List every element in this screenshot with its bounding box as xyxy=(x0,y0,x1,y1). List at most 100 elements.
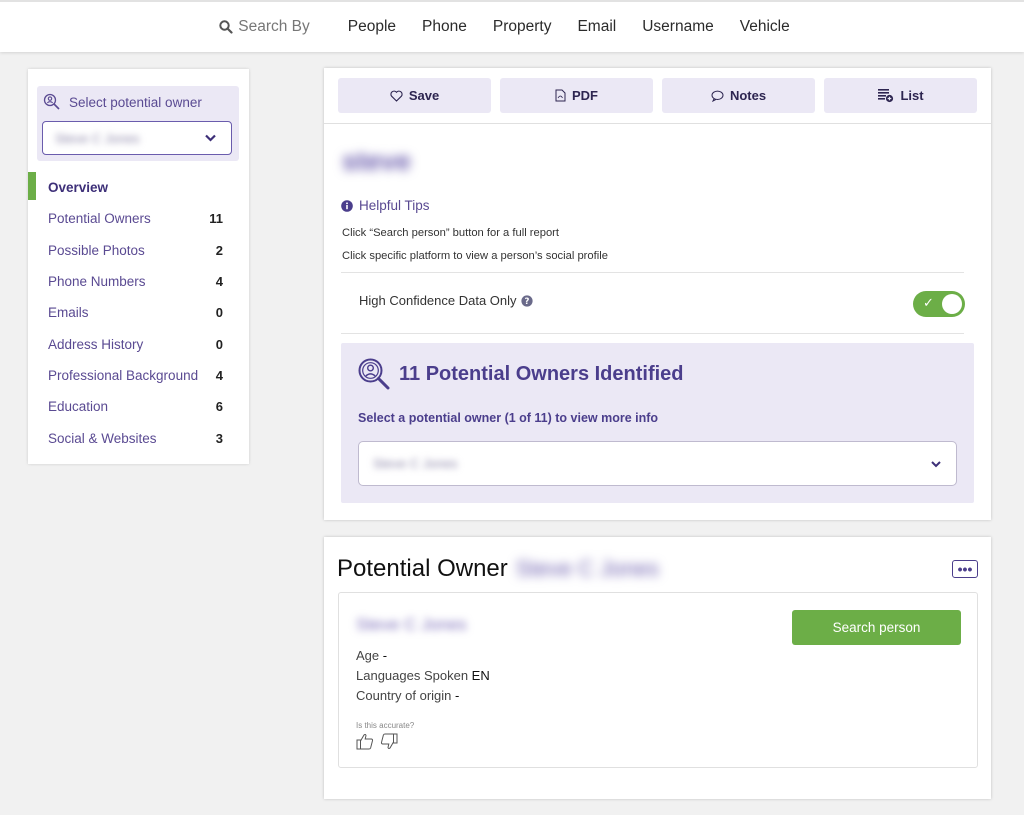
sidebar-item-phone-numbers[interactable]: Phone Numbers 4 xyxy=(28,266,249,297)
divider xyxy=(341,272,964,273)
pdf-label: PDF xyxy=(572,88,598,103)
country-row: Country of origin - xyxy=(356,688,459,703)
tip-social-profile: Click specific platform to view a person… xyxy=(342,250,608,262)
owner-select-dropdown[interactable]: Steve C Jones xyxy=(42,121,232,155)
potential-owners-panel: 11 Potential Owners Identified Select a … xyxy=(341,343,974,503)
potential-owner-title-row: Potential Owner Steve C Jones xyxy=(337,555,659,583)
potential-owner-title-name: Steve C Jones xyxy=(515,556,659,581)
info-icon xyxy=(341,199,353,212)
person-name-heading: steve xyxy=(342,146,412,176)
languages-row: Languages Spoken EN xyxy=(356,668,490,683)
divider xyxy=(341,333,964,334)
potential-owner-title: Potential Owner xyxy=(337,555,508,582)
age-row: Age - xyxy=(356,648,387,663)
toggle-knob xyxy=(942,294,962,314)
person-search-icon xyxy=(358,358,390,390)
owner-details-box: Steve C Jones Search person Age - Langua… xyxy=(338,592,978,768)
nav-email[interactable]: Email xyxy=(577,18,616,36)
helpful-tips-title: Helpful Tips xyxy=(359,198,430,213)
sidebar-item-label: Phone Numbers xyxy=(48,274,146,290)
sidebar-item-education[interactable]: Education 6 xyxy=(28,391,249,422)
check-icon: ✓ xyxy=(923,295,934,310)
owners-heading: 11 Potential Owners Identified xyxy=(399,362,684,385)
owner-select-label: Select potential owner xyxy=(69,94,202,110)
high-confidence-toggle[interactable]: ✓ xyxy=(913,291,965,317)
potential-owner-dropdown[interactable]: Steve C Jones xyxy=(358,441,957,486)
owner-name[interactable]: Steve C Jones xyxy=(356,615,467,635)
sidebar-item-count: 4 xyxy=(215,367,223,383)
svg-text:?: ? xyxy=(524,297,529,307)
sidebar-item-label: Professional Background xyxy=(48,367,199,383)
thumbs-down-icon[interactable] xyxy=(380,733,398,755)
sidebar-item-count: 0 xyxy=(215,336,223,352)
owner-select-value: Steve C Jones xyxy=(55,130,140,146)
save-button[interactable]: Save xyxy=(338,78,491,113)
nav-people[interactable]: People xyxy=(348,18,396,36)
owner-select-label-row: Select potential owner xyxy=(43,93,202,111)
add-to-list-button[interactable]: List xyxy=(824,78,977,113)
side-nav: Overview Potential Owners 11 Possible Pho… xyxy=(28,172,249,454)
sidebar-item-overview[interactable]: Overview xyxy=(28,172,249,203)
top-nav: Search By People Phone Property Email Us… xyxy=(0,0,1024,52)
more-options-button[interactable]: ••• xyxy=(952,560,978,578)
nav-vehicle[interactable]: Vehicle xyxy=(740,18,790,36)
owners-heading-row: 11 Potential Owners Identified xyxy=(357,357,684,391)
high-confidence-label: High Confidence Data Only xyxy=(359,293,517,308)
toolbar: Save PDF Notes List xyxy=(324,68,991,124)
sidebar-item-label: Possible Photos xyxy=(48,242,145,258)
sidebar-item-professional-background[interactable]: Professional Background 4 xyxy=(28,360,249,391)
list-add-icon xyxy=(878,89,894,103)
search-icon xyxy=(219,20,233,34)
chevron-down-icon xyxy=(931,461,941,468)
nav-phone[interactable]: Phone xyxy=(422,18,467,36)
sidebar-item-address-history[interactable]: Address History 0 xyxy=(28,328,249,359)
owners-subheading: Select a potential owner (1 of 11) to vi… xyxy=(358,411,659,425)
save-label: Save xyxy=(408,88,440,103)
nav-property[interactable]: Property xyxy=(493,18,552,36)
sidebar-item-emails[interactable]: Emails 0 xyxy=(28,297,249,328)
heart-icon xyxy=(390,90,403,102)
owner-select-panel: Select potential owner Steve C Jones xyxy=(37,86,239,161)
sidebar-item-count: 0 xyxy=(215,305,223,321)
sidebar-item-count: 4 xyxy=(215,274,223,290)
high-confidence-row: High Confidence Data Only ? xyxy=(359,293,533,308)
helpful-tips: Helpful Tips xyxy=(341,198,430,213)
owners-select-value: Steve C Jones xyxy=(373,456,458,471)
search-by-label: Search By xyxy=(238,18,310,35)
list-label: List xyxy=(900,88,924,103)
sidebar-item-count: 11 xyxy=(209,211,223,227)
pdf-file-icon xyxy=(555,89,566,102)
country-label: Country of origin xyxy=(356,688,452,703)
sidebar-item-label: Overview xyxy=(48,180,109,196)
country-value: - xyxy=(455,688,460,703)
question-circle-icon[interactable]: ? xyxy=(520,294,533,307)
languages-value: EN xyxy=(471,668,490,683)
sidebar-item-label: Address History xyxy=(48,336,144,352)
notes-button[interactable]: Notes xyxy=(662,78,815,113)
sidebar-item-possible-photos[interactable]: Possible Photos 2 xyxy=(28,235,249,266)
sidebar-item-social-websites[interactable]: Social & Websites 3 xyxy=(28,422,249,453)
tip-search-person: Click “Search person” button for a full … xyxy=(342,227,560,239)
age-value: - xyxy=(382,648,388,663)
sidebar-item-label: Social & Websites xyxy=(48,430,157,446)
search-person-button[interactable]: Search person xyxy=(792,610,961,645)
speech-bubble-icon xyxy=(711,90,724,102)
accuracy-feedback xyxy=(356,733,404,755)
languages-label: Languages Spoken xyxy=(356,668,469,683)
nav-username[interactable]: Username xyxy=(642,18,714,36)
sidebar-item-potential-owners[interactable]: Potential Owners 11 xyxy=(28,203,249,234)
sidebar-item-label: Emails xyxy=(48,305,89,321)
sidebar-item-count: 3 xyxy=(215,430,223,446)
sidebar-item-count: 2 xyxy=(215,242,223,258)
person-search-icon xyxy=(43,93,60,110)
search-by: Search By xyxy=(219,18,310,36)
notes-label: Notes xyxy=(729,88,767,103)
thumbs-up-icon[interactable] xyxy=(356,733,374,755)
overview-card: Save PDF Notes List steve Helpful Tips C… xyxy=(324,68,991,520)
sidebar-item-count: 6 xyxy=(215,399,223,415)
sidebar-item-label: Education xyxy=(48,399,109,415)
accuracy-prompt: Is this accurate? xyxy=(356,721,415,730)
pdf-button[interactable]: PDF xyxy=(500,78,653,113)
age-label: Age xyxy=(356,648,380,663)
sidebar-item-label: Potential Owners xyxy=(48,211,151,227)
